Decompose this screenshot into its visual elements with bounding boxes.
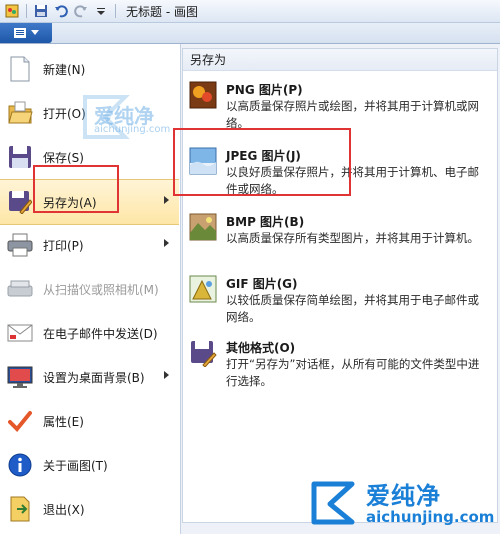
- undo-icon[interactable]: [53, 3, 69, 19]
- gif-image-icon: [189, 275, 217, 303]
- watermark-logo-icon: [308, 478, 358, 528]
- quick-access-toolbar: [0, 3, 118, 19]
- save-disk-icon: [7, 144, 33, 170]
- menu-item-exit[interactable]: 退出(X): [0, 487, 179, 531]
- exit-icon: [7, 496, 33, 522]
- menu-icon: [14, 28, 26, 38]
- window-title: 无标题 - 画图: [126, 4, 198, 19]
- new-document-icon: [7, 56, 33, 82]
- watermark: 爱纯净 aichunjing.com: [308, 474, 498, 532]
- bmp-image-icon: [189, 213, 217, 241]
- chevron-down-icon: [31, 30, 39, 35]
- submenu-header: 另存为: [183, 49, 497, 71]
- save-disk-icon[interactable]: [33, 3, 49, 19]
- paint-app-icon: [4, 3, 20, 19]
- redo-icon[interactable]: [73, 3, 89, 19]
- menu-item-from-scanner: 从扫描仪或照相机(M): [0, 267, 179, 311]
- submenu-arrow-icon: [164, 196, 169, 204]
- watermark-url: aichunjing.com: [366, 508, 495, 526]
- save-as-gif[interactable]: GIF 图片(G) 以较低质量保存简单绘图，并将其用于电子邮件或网络。: [183, 269, 497, 331]
- submenu-arrow-icon: [164, 239, 169, 247]
- menu-item-new[interactable]: 新建(N): [0, 47, 179, 91]
- save-as-bmp[interactable]: BMP 图片(B) 以高质量保存所有类型图片，并将其用于计算机。: [183, 207, 497, 269]
- menu-item-about-paint[interactable]: 关于画图(T): [0, 443, 179, 487]
- other-formats-icon: [189, 339, 217, 368]
- email-icon: [7, 320, 33, 346]
- watermark-brand: 爱纯净: [366, 482, 441, 510]
- png-image-icon: [189, 81, 217, 109]
- printer-icon: [7, 232, 33, 258]
- file-menu-button[interactable]: [0, 23, 52, 43]
- title-bar: 无标题 - 画图: [0, 0, 500, 23]
- menu-item-properties[interactable]: 属性(E): [0, 399, 179, 443]
- checkmark-icon: [7, 408, 33, 434]
- watermark-faint-url: aichunjing.com: [94, 124, 171, 135]
- open-folder-icon: [7, 100, 33, 126]
- desktop-background-icon: [7, 364, 33, 390]
- customize-toolbar-icon[interactable]: [93, 3, 109, 19]
- save-as-submenu: 另存为 PNG 图片(P) 以高质量保存照片或绘图，并将其用于计算机或网络。 J…: [182, 48, 498, 523]
- menu-item-send-email[interactable]: 在电子邮件中发送(D): [0, 311, 179, 355]
- ribbon-tab-row: [0, 23, 500, 44]
- scanner-icon: [7, 276, 33, 302]
- submenu-arrow-icon: [164, 371, 169, 379]
- save-as-icon: [7, 189, 33, 215]
- highlight-box-jpeg: [173, 128, 351, 196]
- info-icon: [7, 452, 33, 478]
- highlight-box-save-as: [33, 165, 119, 213]
- save-as-other-formats[interactable]: 其他格式(O) 打开“另存为”对话框，从所有可能的文件类型中进行选择。: [183, 333, 497, 395]
- menu-item-set-desktop-background[interactable]: 设置为桌面背景(B): [0, 355, 179, 399]
- menu-item-print[interactable]: 打印(P): [0, 223, 179, 267]
